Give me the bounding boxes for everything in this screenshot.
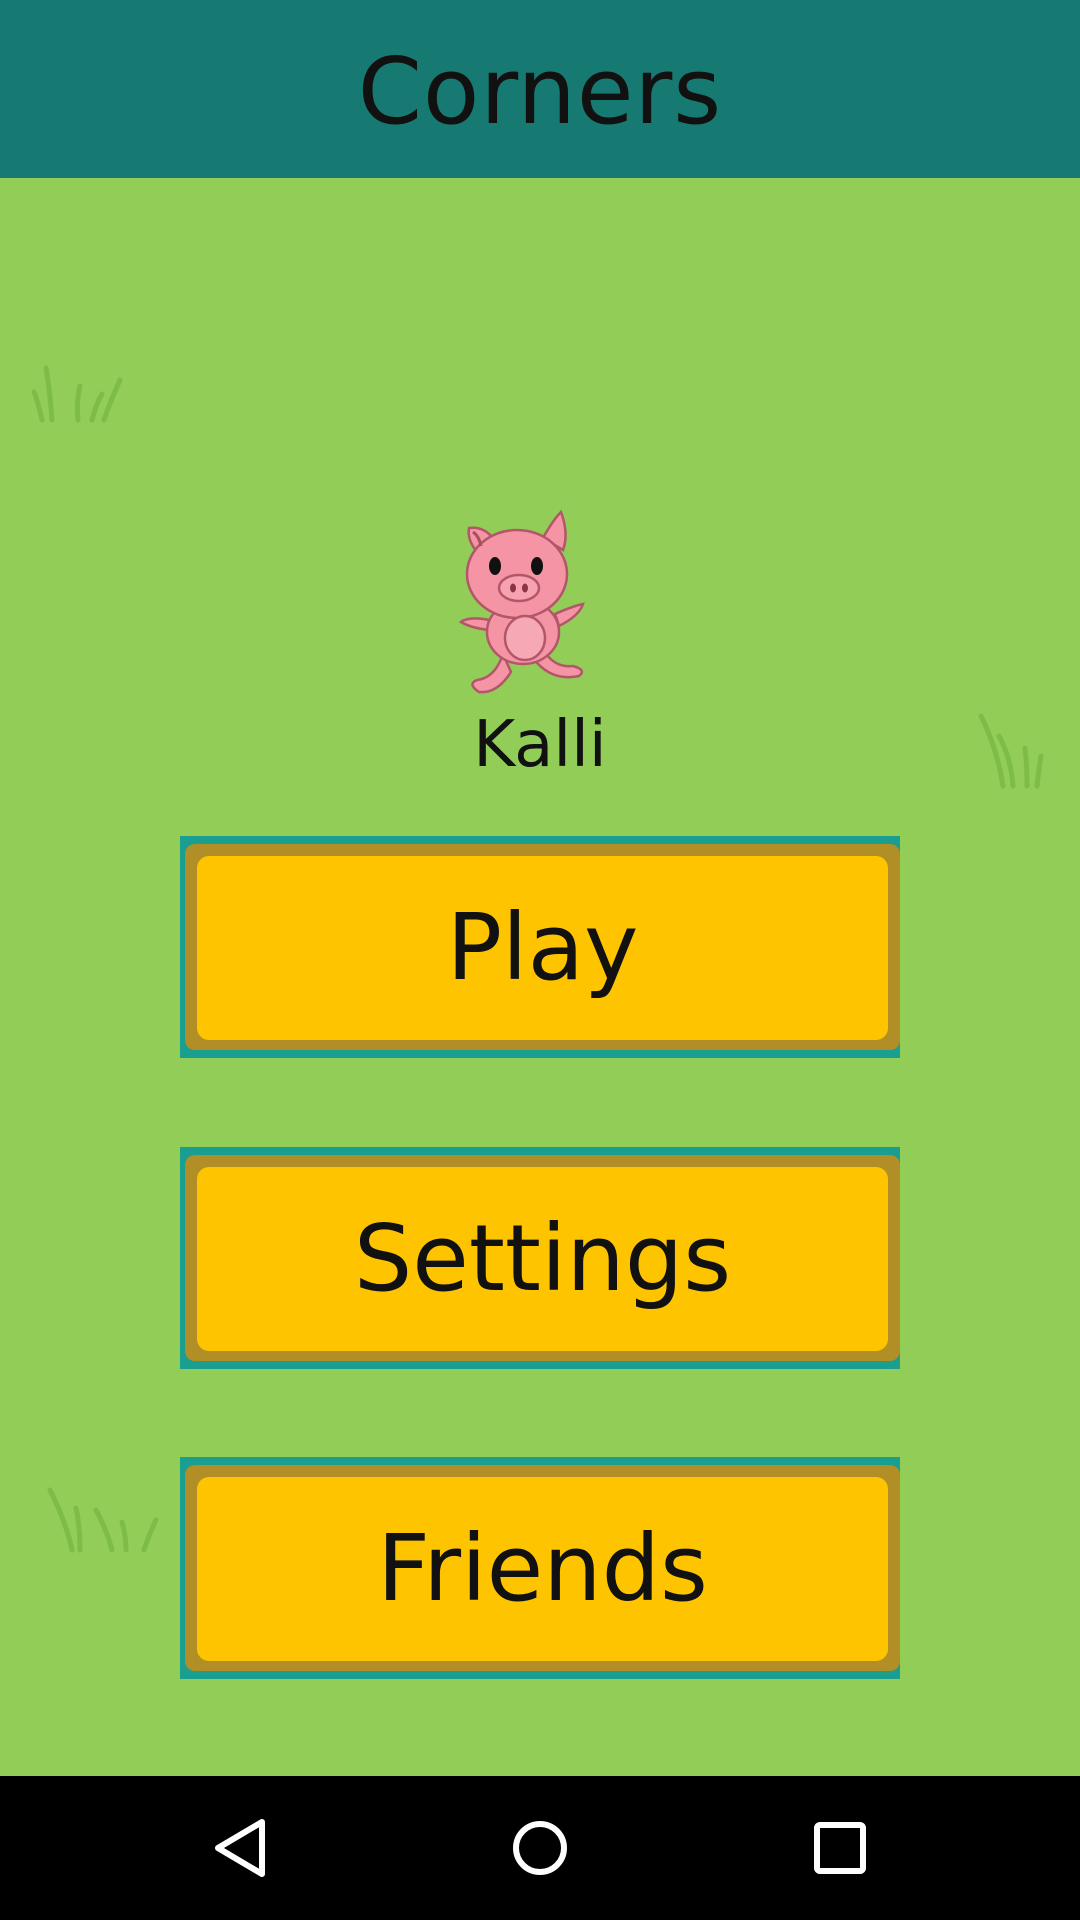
nav-home-button[interactable] [480, 1776, 600, 1920]
nav-recents-button[interactable] [780, 1776, 900, 1920]
app-title: Corners [357, 37, 723, 145]
friends-button[interactable]: Friends [180, 1457, 900, 1679]
system-nav-bar [0, 1776, 1080, 1920]
friends-button-label: Friends [377, 1514, 708, 1622]
settings-button-label: Settings [353, 1204, 732, 1312]
friends-button-frame: Friends [185, 1465, 900, 1671]
player-name: Kalli [473, 708, 607, 782]
grass-tuft-icon [47, 1487, 159, 1553]
recents-square-icon [814, 1822, 866, 1874]
app-bar: Corners [0, 0, 1080, 178]
settings-button-frame: Settings [185, 1155, 900, 1361]
pig-icon [458, 509, 585, 694]
friends-button-face: Friends [197, 1477, 888, 1661]
settings-button[interactable]: Settings [180, 1147, 900, 1369]
back-triangle-icon [215, 1819, 265, 1877]
play-button-frame: Play [185, 844, 900, 1050]
settings-button-face: Settings [197, 1167, 888, 1351]
play-button[interactable]: Play [180, 836, 900, 1058]
play-button-label: Play [446, 893, 639, 1001]
game-screen: Corners Kalli Play Settings Friends [0, 0, 1080, 1920]
nav-back-button[interactable] [180, 1776, 300, 1920]
grass-tuft-icon [31, 365, 123, 423]
play-button-face: Play [197, 856, 888, 1040]
home-circle-icon [513, 1821, 567, 1875]
